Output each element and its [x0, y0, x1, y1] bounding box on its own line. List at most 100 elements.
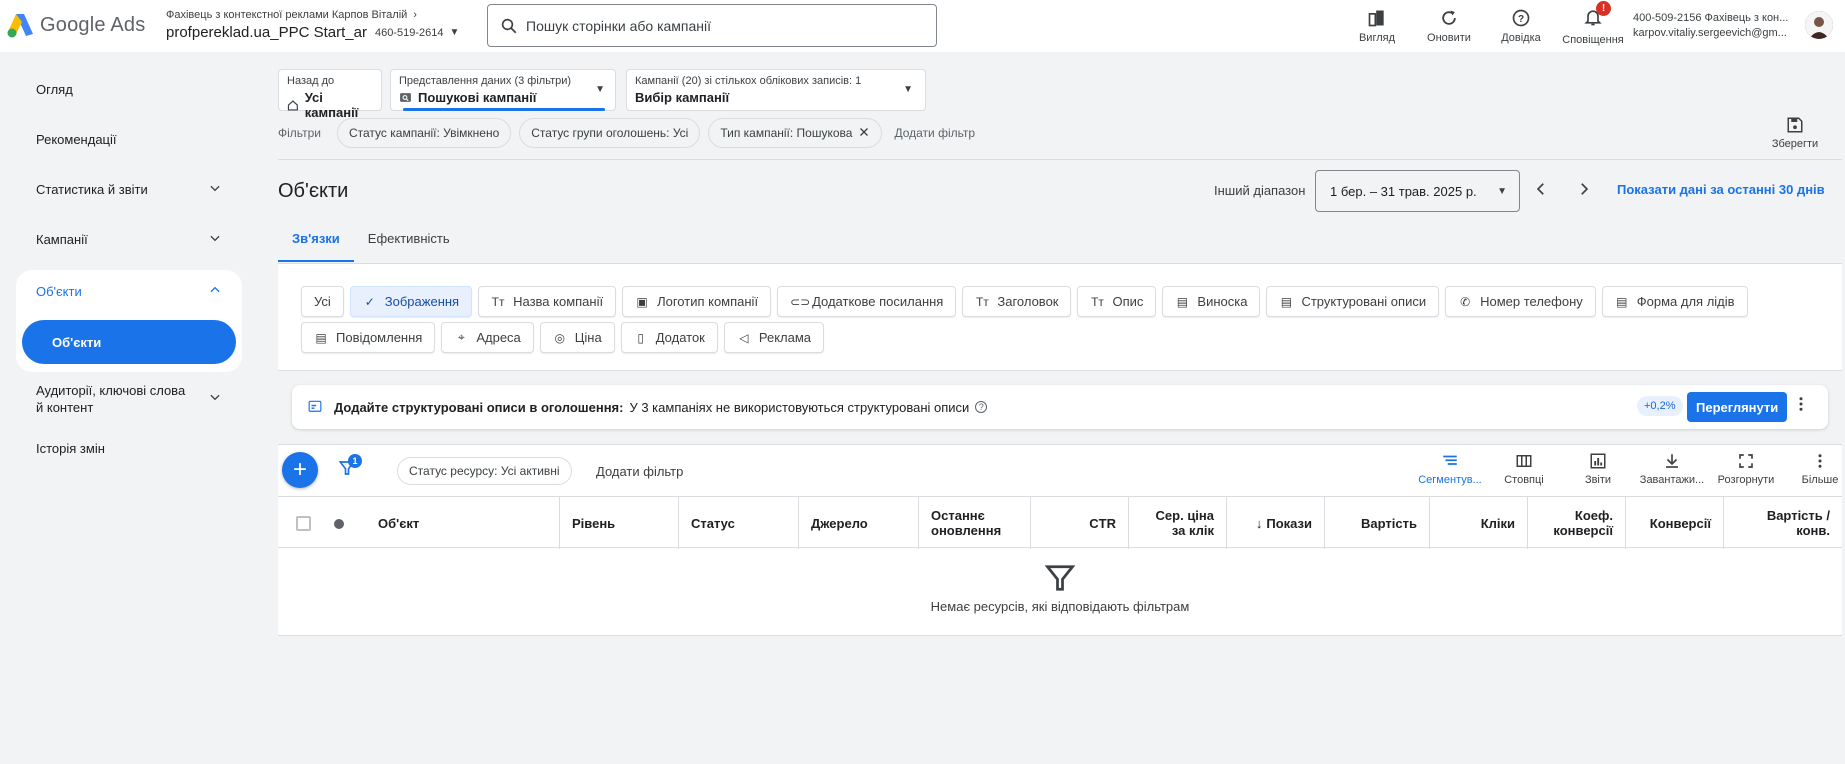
sidebar-item-campaigns[interactable]: Кампанії [36, 231, 222, 248]
save-button[interactable]: Зберегти [1770, 116, 1820, 150]
last-30-days-link[interactable]: Показати дані за останні 30 днів [1617, 182, 1825, 197]
chip-all[interactable]: Усі [301, 286, 344, 317]
col-conv-rate[interactable]: Коеф. конверсії [1527, 497, 1625, 549]
sidebar-item-assets[interactable]: Об'єкти [36, 283, 222, 300]
view-button[interactable]: Вигляд [1345, 0, 1409, 52]
chip-description[interactable]: Tт Опис [1077, 286, 1157, 317]
sidebar-item-audiences[interactable]: Аудиторії, ключові слова й контент [36, 382, 222, 416]
sidebar-item-reports[interactable]: Статистика й звіти [36, 181, 222, 198]
chevron-up-icon [208, 283, 222, 300]
col-ctr[interactable]: CTR [1030, 497, 1128, 549]
chip-sitelink[interactable]: ⊂⊃ Додаткове посилання [777, 286, 957, 317]
sidebar-subitem-assets[interactable]: Об'єкти [22, 320, 236, 364]
filters-row: Фільтри Статус кампанії: Увімкнено Стату… [278, 118, 975, 148]
col-avg-cpc[interactable]: Сер. ціна за клік [1128, 497, 1226, 549]
chip-app[interactable]: ▯ Додаток [620, 322, 718, 353]
col-cost-per-conv[interactable]: Вартість / конв. [1723, 497, 1842, 549]
chip-headline[interactable]: Tт Заголовок [962, 286, 1072, 317]
svg-text:?: ? [1518, 14, 1524, 25]
sidebar-item-change-history[interactable]: Історія змін [36, 441, 222, 456]
view-selector[interactable]: Представлення даних (3 фільтри) Пошукові… [390, 69, 616, 111]
col-impressions[interactable]: ↓ Покази [1226, 497, 1324, 549]
chip-phone[interactable]: ✆ Номер телефону [1445, 286, 1596, 317]
help-icon: ? [1512, 9, 1530, 27]
campaign-selector[interactable]: Кампанії (20) зі стількох облікових запи… [626, 69, 926, 111]
prev-period-button[interactable] [1532, 180, 1550, 203]
col-asset[interactable]: Об'єкт [366, 497, 536, 549]
divider [278, 159, 1842, 160]
chevron-right-icon [1581, 183, 1589, 195]
chevron-down-icon [208, 390, 222, 408]
chip-business-name[interactable]: Tт Назва компанії [478, 286, 617, 317]
help-button[interactable]: ? Довідка [1489, 0, 1553, 52]
search-box[interactable] [487, 4, 937, 47]
caret-down-icon[interactable]: ▼ [449, 27, 459, 38]
close-icon[interactable] [858, 126, 870, 141]
more-vert-icon [1818, 454, 1822, 468]
select-all-checkbox[interactable] [296, 516, 311, 531]
add-filter-button[interactable]: Додати фільтр [894, 126, 975, 140]
tabs: Зв'язки Ефективність [278, 228, 464, 262]
review-button[interactable]: Переглянути [1687, 392, 1788, 422]
help-circle-icon[interactable]: ? [975, 401, 988, 413]
form-icon: ▤ [1616, 294, 1628, 309]
date-range-label: Інший діапазон [1214, 183, 1306, 198]
sidebar-item-recommendations[interactable]: Рекомендації [36, 132, 222, 147]
col-source[interactable]: Джерело [798, 497, 918, 549]
account-name: profpereklad.ua_PPC Start_ar [166, 24, 367, 41]
col-cost[interactable]: Вартість [1324, 497, 1429, 549]
avatar[interactable] [1805, 11, 1833, 39]
account-switcher[interactable]: Фахівець з контекстної реклами Карпов Ві… [166, 9, 459, 41]
table-add-filter-button[interactable]: Додати фільтр [596, 464, 683, 479]
table-filter-button[interactable]: 1 [338, 454, 362, 480]
status-dot-icon [334, 519, 344, 529]
chip-images[interactable]: ✓ Зображення [349, 286, 473, 317]
tab-associations[interactable]: Зв'язки [278, 228, 354, 262]
top-bar: Google Ads Фахівець з контекстної реклам… [0, 0, 1845, 52]
chip-message[interactable]: ▤ Повідомлення [301, 322, 436, 353]
chip-location[interactable]: ⌖ Адреса [441, 322, 534, 353]
back-to-campaigns[interactable]: Назад до Усі кампанії [278, 69, 382, 120]
col-conversions[interactable]: Конверсії [1625, 497, 1723, 549]
chip-promotion[interactable]: ◁ Реклама [723, 322, 825, 353]
chip-callout[interactable]: ▤ Виноска [1162, 286, 1261, 317]
chip-lead-form[interactable]: ▤ Форма для лідів [1601, 286, 1748, 317]
add-asset-button[interactable]: + [282, 452, 318, 488]
next-period-button[interactable] [1575, 180, 1593, 203]
chip-structured-snippets[interactable]: ▤ Структуровані описи [1266, 286, 1440, 317]
user-account[interactable]: 400-509-2156 Фахівець з кон... karpov.vi… [1633, 11, 1788, 41]
col-level[interactable]: Рівень [559, 497, 678, 549]
resource-status-chip[interactable]: Статус ресурсу: Усі активні [397, 457, 572, 485]
chip-business-logo[interactable]: ▣ Логотип компанії [622, 286, 772, 317]
refresh-button[interactable]: Оновити [1417, 0, 1481, 52]
chevron-right-icon: › [413, 9, 417, 21]
expand-button[interactable]: Розгорнути [1709, 452, 1783, 486]
tab-performance[interactable]: Ефективність [354, 228, 464, 262]
google-ads-logo[interactable]: Google Ads [6, 12, 145, 38]
view-selector-underline [403, 108, 605, 111]
chip-price[interactable]: ◎ Ціна [539, 322, 615, 353]
download-icon [1666, 454, 1678, 468]
more-vert-icon[interactable] [1792, 395, 1810, 418]
download-button[interactable]: Завантажи... [1635, 452, 1709, 486]
columns-button[interactable]: Стовпці [1487, 452, 1561, 486]
col-last-updated[interactable]: Останнє оновлення [918, 497, 1030, 549]
filter-chip-campaign-status[interactable]: Статус кампанії: Увімкнено [336, 118, 512, 148]
col-clicks[interactable]: Кліки [1429, 497, 1527, 549]
filter-chip-campaign-type[interactable]: Тип кампанії: Пошукова [708, 118, 883, 148]
sidebar-item-overview[interactable]: Огляд [36, 82, 222, 97]
segment-button[interactable]: Сегментув... [1413, 452, 1487, 486]
col-status[interactable]: Статус [678, 497, 798, 549]
asset-type-panel: Усі ✓ Зображення Tт Назва компанії ▣ Логоти… [278, 263, 1842, 371]
notifications-button[interactable]: ! Сповіщення [1561, 0, 1625, 52]
reports-button[interactable]: Звіти [1561, 452, 1635, 486]
image-icon: ▣ [636, 294, 648, 309]
lift-badge: +0,2% [1637, 396, 1683, 416]
date-range-picker[interactable]: 1 бер. – 31 трав. 2025 р. ▼ [1315, 170, 1520, 212]
more-button[interactable]: Більше [1783, 452, 1845, 486]
banner-text: У 3 кампаніях не використовуються структ… [629, 399, 970, 415]
caret-down-icon: ▼ [903, 84, 913, 95]
filter-chip-adgroup-status[interactable]: Статус групи оголошень: Усі [519, 118, 701, 148]
user-email: karpov.vitaliy.sergeevich@gm... [1633, 27, 1787, 39]
search-input[interactable] [526, 17, 906, 34]
